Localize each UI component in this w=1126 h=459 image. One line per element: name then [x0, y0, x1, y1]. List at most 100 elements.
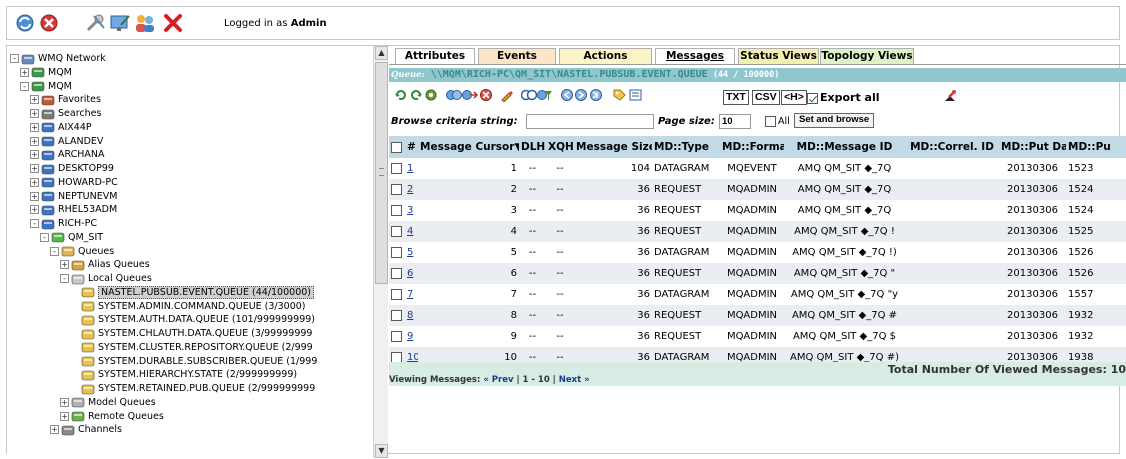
properties-icon[interactable] [628, 88, 644, 105]
table-cell[interactable]: 10 [405, 347, 418, 362]
table-cell[interactable]: 1 [405, 158, 418, 179]
browse-first-icon[interactable] [560, 88, 574, 105]
message-link[interactable]: 8 [407, 310, 413, 321]
row-checkbox[interactable] [391, 246, 402, 258]
tree-node[interactable]: + Remote Queues [60, 410, 164, 424]
tree-node[interactable]: + DESKTOP99 [30, 162, 114, 176]
tree-node[interactable]: - MQM [20, 80, 72, 94]
row-select-cell[interactable] [389, 284, 405, 305]
message-link[interactable]: 10 [407, 352, 418, 362]
tab-events[interactable]: Events [478, 48, 556, 64]
tree-node[interactable]: SYSTEM.HIERARCHY.STATE (2/999999999) [70, 368, 297, 382]
browse-all-toggle[interactable]: All [765, 116, 790, 127]
collapse-icon[interactable]: - [30, 219, 39, 228]
message-link[interactable]: 3 [407, 205, 413, 216]
row-select-cell[interactable] [389, 179, 405, 200]
expand-icon[interactable]: + [30, 150, 39, 160]
export-txt-button[interactable]: TXT [723, 90, 749, 105]
browse-next-icon[interactable] [574, 88, 588, 105]
table-row[interactable]: 2 2 -- -- 36 REQUEST MQADMIN AMQ QM_SIT ◆_7Q 201… [389, 179, 1126, 200]
message-link[interactable]: 2 [407, 184, 413, 195]
row-select-cell[interactable] [389, 347, 405, 362]
table-cell[interactable]: 3 [405, 200, 418, 221]
scroll-down-arrow-icon[interactable]: ▼ [375, 444, 388, 458]
refresh-icon[interactable] [15, 13, 35, 36]
users-icon[interactable] [133, 13, 157, 36]
tree-node[interactable]: SYSTEM.ADMIN.COMMAND.QUEUE (3/3000) [70, 300, 306, 314]
compare-messages-icon[interactable] [520, 88, 538, 105]
settings-icon[interactable] [424, 88, 438, 105]
select-all-checkbox[interactable] [391, 141, 402, 153]
scroll-up-arrow-icon[interactable]: ▲ [375, 46, 388, 60]
tree-node[interactable]: + HOWARD-PC [30, 176, 118, 190]
row-checkbox[interactable] [391, 309, 402, 321]
tab-topology-views[interactable]: Topology Views [820, 48, 914, 64]
expand-icon[interactable]: + [30, 95, 39, 105]
tree-node[interactable]: + Model Queues [60, 396, 156, 410]
collapse-icon[interactable]: - [40, 232, 49, 242]
message-link[interactable]: 5 [407, 247, 413, 258]
expand-icon[interactable]: + [30, 205, 39, 215]
delete-message-icon[interactable] [479, 88, 493, 105]
close-icon[interactable] [163, 13, 183, 36]
expand-icon[interactable]: + [30, 164, 39, 173]
tree-node[interactable]: + Favorites [30, 93, 101, 107]
expand-icon[interactable]: + [30, 191, 39, 201]
row-checkbox[interactable] [391, 162, 402, 174]
table-cell[interactable]: 9 [405, 326, 418, 347]
table-cell[interactable]: 8 [405, 305, 418, 326]
row-select-cell[interactable] [389, 158, 405, 179]
tools-icon[interactable] [85, 13, 107, 36]
expand-icon[interactable]: + [30, 109, 39, 118]
browse-last-icon[interactable] [589, 88, 603, 105]
row-select-cell[interactable] [389, 305, 405, 326]
row-select-cell[interactable] [389, 263, 405, 284]
col-md-put-time-header[interactable]: MD::Pu [1066, 136, 1126, 158]
collapse-icon[interactable]: - [10, 54, 19, 63]
browse-all-checkbox[interactable] [765, 116, 776, 127]
message-link[interactable]: 7 [407, 289, 413, 300]
table-row[interactable]: 1 1 -- -- 104 DATAGRAM MQEVENT AMQ QM_SIT ◆_7Q 2… [389, 158, 1126, 179]
edit-message-icon[interactable] [500, 88, 514, 105]
collapse-icon[interactable]: - [50, 246, 59, 256]
expand-icon[interactable]: + [30, 122, 39, 132]
col-md-message-id-header[interactable]: MD::Message ID [784, 136, 905, 158]
message-link[interactable]: 4 [407, 226, 413, 237]
undo-icon[interactable] [409, 88, 423, 105]
table-cell[interactable]: 4 [405, 221, 418, 242]
export-header-button[interactable]: <H> [781, 90, 807, 105]
stop-icon[interactable] [39, 13, 59, 36]
table-row[interactable]: 8 8 -- -- 36 REQUEST MQADMIN AMQ QM_SIT ◆_7Q #2… [389, 305, 1126, 326]
table-cell[interactable]: 6 [405, 263, 418, 284]
tab-messages[interactable]: Messages [655, 48, 735, 64]
row-select-cell[interactable] [389, 200, 405, 221]
expand-icon[interactable]: + [60, 260, 69, 270]
expand-icon[interactable]: + [60, 411, 69, 421]
expand-icon[interactable]: + [50, 425, 59, 435]
message-link[interactable]: 9 [407, 331, 413, 342]
page-size-input[interactable] [719, 114, 751, 129]
tree-node[interactable]: - WMQ Network [10, 52, 106, 66]
col-message-size-header[interactable]: Message Size [574, 136, 652, 158]
tree-node[interactable]: + RHEL53ADM [30, 203, 117, 217]
browse-criteria-input[interactable] [526, 114, 654, 129]
table-row[interactable]: 5 5 -- -- 36 DATAGRAM MQADMIN AMQ QM_SIT ◆_7Q !… [389, 242, 1126, 263]
col-md-correl-id-header[interactable]: MD::Correl. ID [905, 136, 999, 158]
col-index-header[interactable]: # [405, 136, 418, 158]
row-select-cell[interactable] [389, 221, 405, 242]
collapse-icon[interactable]: - [20, 81, 29, 91]
row-checkbox[interactable] [391, 267, 402, 279]
tree-node[interactable]: + Searches [30, 107, 101, 121]
table-row[interactable]: 10 10 -- -- 36 DATAGRAM MQADMIN AMQ QM_SIT ◆_7Q… [389, 347, 1126, 362]
tree-scrollbar[interactable]: ▲ ▼ [373, 46, 388, 458]
tree-node[interactable]: SYSTEM.AUTH.DATA.QUEUE (101/999999999) [70, 313, 315, 327]
scroll-thumb[interactable] [375, 62, 388, 284]
filter-messages-icon[interactable] [537, 88, 553, 105]
expand-icon[interactable]: + [20, 67, 29, 77]
next-page-link[interactable]: Next » [559, 375, 590, 385]
tree-node[interactable]: - RICH-PC [30, 217, 97, 231]
row-select-cell[interactable] [389, 242, 405, 263]
tab-actions[interactable]: Actions [559, 48, 652, 64]
collapse-icon[interactable]: - [60, 274, 69, 283]
row-checkbox[interactable] [391, 183, 402, 195]
